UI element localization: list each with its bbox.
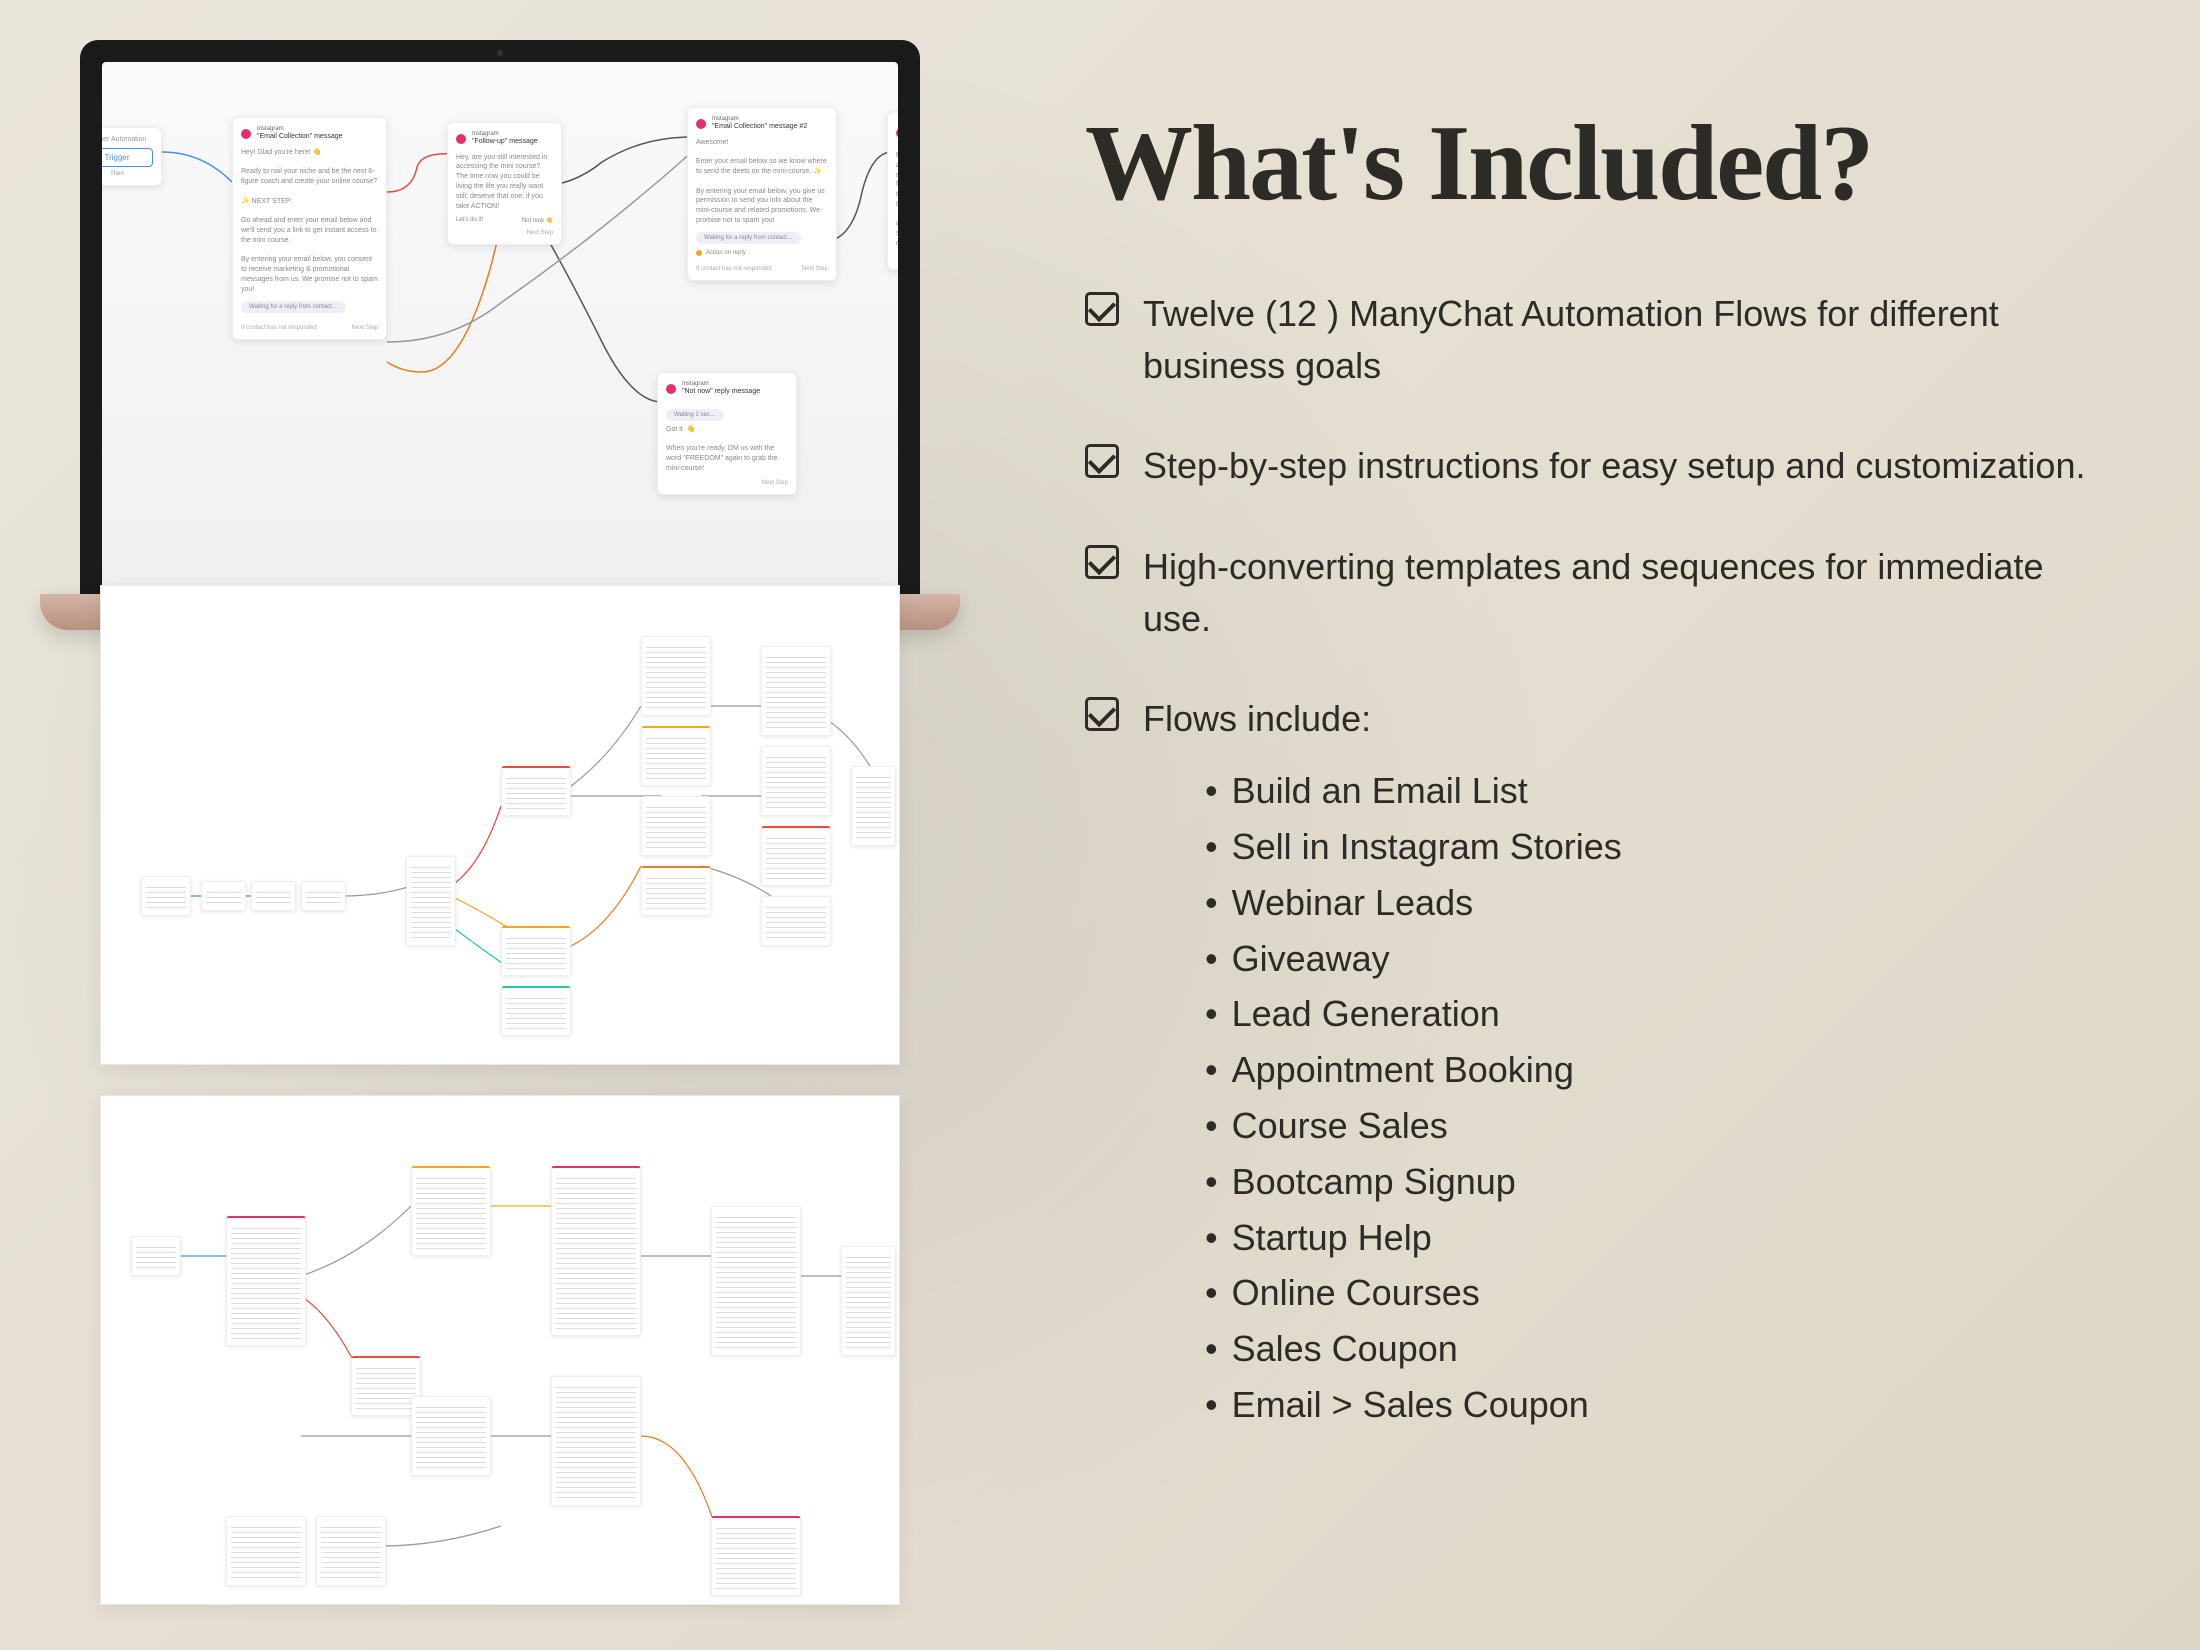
flow-name: Lead Generation	[1205, 986, 2105, 1042]
feature-item: Flows include: Build an Email List Sell …	[1085, 693, 2105, 1433]
flow-name: Webinar Leads	[1205, 875, 2105, 931]
flow-trigger-node: new user Automation Trigger Then	[102, 127, 162, 186]
checked-icon	[1085, 292, 1119, 326]
flows-sub-list: Build an Email List Sell in Instagram St…	[1205, 763, 2105, 1433]
flow-canvas-3	[100, 1095, 900, 1605]
feature-text: Twelve (12 ) ManyChat Automation Flows f…	[1143, 288, 2105, 392]
flow-name: Sales Coupon	[1205, 1321, 2105, 1377]
flow-message-node: Instagram "Email Collection" message Hey…	[232, 117, 387, 340]
page-title: What's Included?	[1085, 110, 2105, 218]
flow-canvas-1: new user Automation Trigger Then Instagr…	[102, 62, 898, 590]
flow-name: Email > Sales Coupon	[1205, 1377, 2105, 1433]
content-column: What's Included? Twelve (12 ) ManyChat A…	[1085, 110, 2105, 1433]
flow-message-node: Instagram "Not now" reply message Waitin…	[657, 372, 797, 495]
feature-text: Step-by-step instructions for easy setup…	[1143, 440, 2085, 492]
flow-name: Giveaway	[1205, 931, 2105, 987]
flow-name: Online Courses	[1205, 1265, 2105, 1321]
flow-name: Appointment Booking	[1205, 1042, 2105, 1098]
feature-list: Twelve (12 ) ManyChat Automation Flows f…	[1085, 288, 2105, 1433]
feature-item: Twelve (12 ) ManyChat Automation Flows f…	[1085, 288, 2105, 392]
flow-message-node: Instagram "Email Collection" message #2 …	[687, 107, 837, 281]
feature-text: Flows include:	[1143, 698, 1371, 739]
flow-message-node: Instagram "Email confirm… Perfect! You c…	[887, 112, 898, 270]
feature-item: High-converting templates and sequences …	[1085, 541, 2105, 645]
laptop-mockup: new user Automation Trigger Then Instagr…	[40, 40, 960, 680]
checked-icon	[1085, 545, 1119, 579]
flow-canvas-2	[100, 585, 900, 1065]
product-mockup-area: new user Automation Trigger Then Instagr…	[40, 40, 960, 1610]
flow-name: Build an Email List	[1205, 763, 2105, 819]
flow-message-node: Instagram "Follow-up" message Hey, are y…	[447, 122, 562, 245]
checked-icon	[1085, 697, 1119, 731]
flow-name: Sell in Instagram Stories	[1205, 819, 2105, 875]
flow-name: Course Sales	[1205, 1098, 2105, 1154]
flow-name: Bootcamp Signup	[1205, 1154, 2105, 1210]
flow-name: Startup Help	[1205, 1210, 2105, 1266]
feature-item: Step-by-step instructions for easy setup…	[1085, 440, 2105, 492]
checked-icon	[1085, 444, 1119, 478]
feature-text: High-converting templates and sequences …	[1143, 541, 2105, 645]
